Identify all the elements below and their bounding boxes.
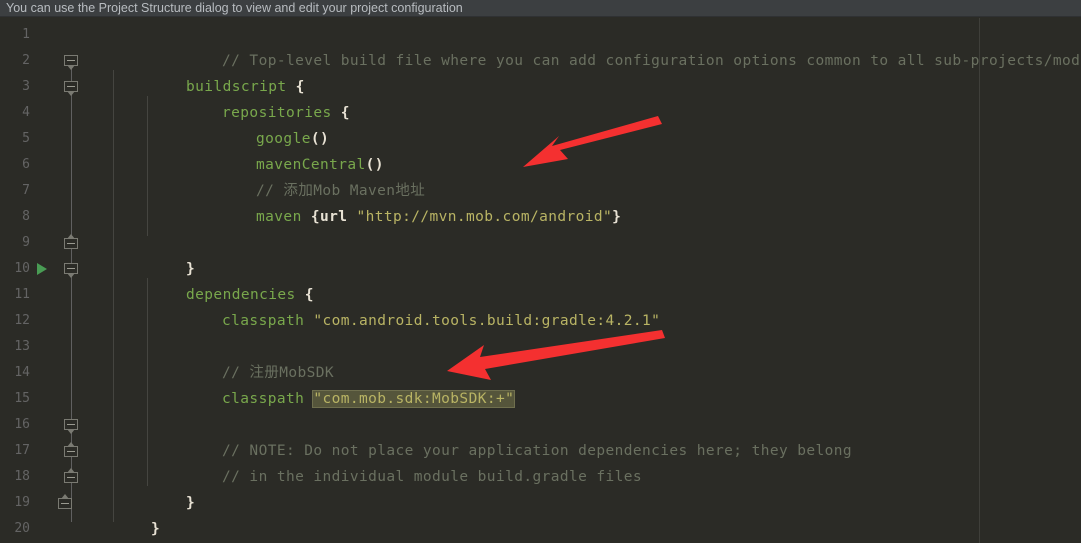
code-brace: } (151, 521, 161, 537)
gutter-row[interactable]: 14 (0, 360, 92, 386)
gutter-row[interactable]: 15 (0, 386, 92, 412)
code-line[interactable]: mavenCentral() (149, 126, 384, 173)
highlighted-dependency-string[interactable]: "com.mob.sdk:MobSDK:+" (312, 390, 516, 408)
code-line[interactable]: } (113, 464, 195, 511)
gutter-row[interactable]: 1 (0, 22, 92, 48)
code-string: "http://mvn.mob.com/android" (356, 209, 613, 225)
gutter-row[interactable]: 5 (0, 126, 92, 152)
line-number: 2 (22, 53, 30, 68)
gutter-row[interactable]: 6 (0, 152, 92, 178)
code-line[interactable]: } (113, 230, 195, 277)
code-brace: {url (301, 209, 357, 225)
editor-gutter[interactable]: 1 2 3 4 5 6 7 8 9 10 11 12 13 14 15 16 1… (0, 18, 92, 543)
gutter-row[interactable]: 13 (0, 334, 92, 360)
code-function: classpath (222, 391, 305, 407)
line-number: 8 (22, 209, 30, 224)
fold-marker-collapse-icon[interactable] (64, 261, 79, 278)
gutter-row[interactable]: 4 (0, 100, 92, 126)
line-number: 15 (14, 391, 30, 406)
code-comment: // in the individual module build.gradle… (222, 469, 643, 485)
code-line[interactable]: classpath "com.mob.sdk:MobSDK:+" (149, 360, 516, 408)
gutter-row[interactable]: 2 (0, 48, 92, 74)
banner-message: You can use the Project Structure dialog… (6, 1, 463, 15)
line-number: 11 (14, 287, 30, 302)
code-line[interactable]: } (78, 490, 160, 537)
code-line[interactable]: google() (149, 100, 329, 147)
editor-area[interactable]: 1 2 3 4 5 6 7 8 9 10 11 12 13 14 15 16 1… (0, 18, 1081, 543)
line-number: 9 (22, 235, 30, 250)
line-number: 19 (14, 495, 30, 510)
project-structure-notification-banner[interactable]: You can use the Project Structure dialog… (0, 0, 1081, 17)
right-margin-ruler (979, 18, 980, 543)
line-number: 14 (14, 365, 30, 380)
fold-marker-collapse-icon[interactable] (64, 417, 79, 434)
line-number: 3 (22, 79, 30, 94)
line-number: 17 (14, 443, 30, 458)
code-line[interactable]: repositories { (149, 74, 350, 121)
code-line[interactable]: // 注册MobSDK (149, 334, 334, 381)
code-line[interactable]: // 添加Mob Maven地址 (149, 152, 425, 199)
line-number: 6 (22, 157, 30, 172)
code-function: classpath (222, 313, 305, 329)
code-line[interactable]: classpath "com.android.tools.build:gradl… (149, 282, 660, 329)
fold-marker-collapse-icon[interactable] (64, 79, 79, 96)
line-number: 4 (22, 105, 30, 120)
code-brace: { (331, 105, 350, 121)
code-line[interactable]: // NOTE: Do not place your application d… (149, 412, 852, 459)
gutter-row[interactable]: 18 (0, 464, 92, 490)
code-editor-screen: You can use the Project Structure dialog… (0, 0, 1081, 543)
gutter-row[interactable]: 7 (0, 178, 92, 204)
line-number: 16 (14, 417, 30, 432)
gutter-row[interactable]: 17 (0, 438, 92, 464)
gutter-row[interactable]: 3 (0, 74, 92, 100)
fold-marker-collapse-icon[interactable] (64, 53, 79, 70)
line-number: 10 (14, 261, 30, 276)
code-function: maven (256, 209, 302, 225)
code-comment: // Top-level build file where you can ad… (222, 53, 1081, 69)
code-line[interactable]: // in the individual module build.gradle… (149, 438, 642, 485)
line-number: 1 (22, 27, 30, 42)
fold-marker-expand-icon[interactable] (64, 468, 79, 485)
gutter-row[interactable]: 8 (0, 204, 92, 230)
code-string: "com.android.tools.build:gradle:4.2.1" (313, 313, 661, 329)
line-number: 18 (14, 469, 30, 484)
line-number: 5 (22, 131, 30, 146)
gutter-row[interactable]: 16 (0, 412, 92, 438)
code-brace: } (186, 495, 196, 511)
gutter-row[interactable]: 10 (0, 256, 92, 282)
gutter-row[interactable]: 9 (0, 230, 92, 256)
code-text-surface[interactable]: // Top-level build file where you can ad… (92, 18, 1081, 543)
gutter-row[interactable]: 11 (0, 282, 92, 308)
code-line[interactable]: dependencies { (113, 256, 314, 303)
code-line[interactable]: // Top-level build file where you can ad… (149, 22, 1081, 69)
fold-marker-expand-icon[interactable] (58, 494, 73, 511)
code-line[interactable]: buildscript { (113, 48, 305, 95)
run-gutter-icon[interactable] (37, 263, 47, 275)
gutter-row[interactable]: 12 (0, 308, 92, 334)
fold-marker-expand-icon[interactable] (64, 442, 79, 459)
code-brace: } (612, 209, 622, 225)
fold-marker-expand-icon[interactable] (64, 234, 79, 251)
code-line[interactable]: maven {url "http://mvn.mob.com/android"} (149, 178, 621, 225)
line-number: 13 (14, 339, 30, 354)
line-number: 12 (14, 313, 30, 328)
line-number: 7 (22, 183, 30, 198)
line-number: 20 (14, 521, 30, 536)
